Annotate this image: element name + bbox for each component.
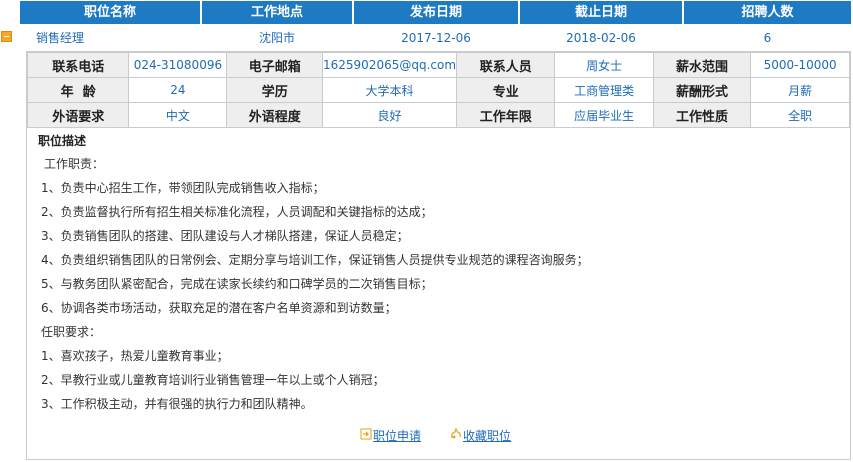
education-value: 大学本科: [321, 77, 458, 103]
description-line: 3、工作积极主动，并有很强的执行力和团队精神。: [41, 397, 313, 411]
major-label: 专业: [456, 77, 556, 103]
header-job-title: 职位名称: [20, 1, 200, 24]
major-value: 工商管理类: [554, 77, 654, 103]
apply-job-label[interactable]: 职位申请: [373, 427, 421, 444]
language-level-value: 良好: [321, 102, 458, 128]
contact-label: 联系人员: [456, 52, 556, 78]
salary-label: 薪水范围: [652, 52, 752, 78]
info-row: 年 龄 24 学历 大学本科 专业 工商管理类 薪酬形式 月薪: [26, 77, 850, 103]
header-location: 工作地点: [202, 1, 352, 24]
pay-type-value: 月薪: [750, 77, 850, 103]
language-label: 外语要求: [26, 102, 130, 128]
header-publish-date: 发布日期: [354, 1, 518, 24]
job-headcount: 6: [763, 31, 772, 45]
description-line: 1、负责中心招生工作，带领团队完成销售收入指标；: [41, 181, 325, 195]
email-label: 电子邮箱: [226, 52, 323, 78]
description-line: 6、协调各类市场活动，获取充足的潜在客户名单资源和到访数量；: [41, 301, 397, 315]
job-publish-date: 2017-12-06: [401, 31, 471, 45]
description-title: 职位描述: [38, 134, 87, 148]
phone-label: 联系电话: [26, 52, 130, 78]
language-level-label: 外语程度: [226, 102, 323, 128]
description-line: 3、负责销售团队的搭建、团队建设与人才梯队搭建，保证人员稳定；: [41, 229, 409, 243]
job-summary-row[interactable]: 销售经理 沈阳市 2017-12-06 2018-02-06 6: [0, 25, 853, 51]
job-location: 沈阳市: [258, 31, 295, 45]
description-line: 工作职责：: [44, 157, 105, 171]
info-row: 联系电话 024-31080096 电子邮箱 1625902065@qq.com…: [26, 52, 850, 78]
email-value[interactable]: 1625902065@qq.com: [321, 52, 458, 78]
job-title-link[interactable]: 销售经理: [36, 25, 84, 51]
description-line: 2、早教行业或儿童教育培训行业销售管理一年以上或个人销冠；: [41, 373, 385, 387]
job-deadline: 2018-02-06: [566, 31, 636, 45]
description-line: 5、与教务团队紧密配合，完成在读家长续约和口碑学员的二次销售目标；: [41, 277, 433, 291]
header-headcount: 招聘人数: [684, 1, 851, 24]
favorite-job-label[interactable]: 收藏职位: [463, 427, 511, 444]
age-value: 24: [128, 77, 228, 103]
language-value: 中文: [128, 102, 228, 128]
job-type-label: 工作性质: [652, 102, 752, 128]
description-line: 4、负责组织销售团队的日常例会、定期分享与培训工作，保证销售人员提供专业规范的课…: [41, 253, 589, 267]
education-label: 学历: [226, 77, 323, 103]
description-line: 1、喜欢孩子，热爱儿童教育事业；: [41, 349, 229, 363]
header-deadline: 截止日期: [520, 1, 682, 24]
apply-icon: [360, 428, 372, 440]
job-detail-panel: 联系电话 024-31080096 电子邮箱 1625902065@qq.com…: [26, 51, 851, 460]
age-label: 年 龄: [26, 77, 130, 103]
info-row: 外语要求 中文 外语程度 良好 工作年限 应届毕业生 工作性质 全职: [26, 102, 850, 128]
description-line: 任职要求：: [41, 325, 102, 339]
table-header: 职位名称 工作地点 发布日期 截止日期 招聘人数: [0, 0, 853, 25]
salary-value: 5000-10000: [750, 52, 850, 78]
experience-value: 应届毕业生: [554, 102, 654, 128]
favorite-icon: [451, 428, 461, 439]
contact-value: 周女士: [554, 52, 654, 78]
experience-label: 工作年限: [456, 102, 556, 128]
description-line: 2、负责监督执行所有招生相关标准化流程，人员调配和关键指标的达成；: [41, 205, 433, 219]
pay-type-label: 薪酬形式: [652, 77, 752, 103]
job-type-value: 全职: [750, 102, 850, 128]
job-info-table: 联系电话 024-31080096 电子邮箱 1625902065@qq.com…: [26, 52, 850, 128]
phone-value: 024-31080096: [128, 52, 228, 78]
